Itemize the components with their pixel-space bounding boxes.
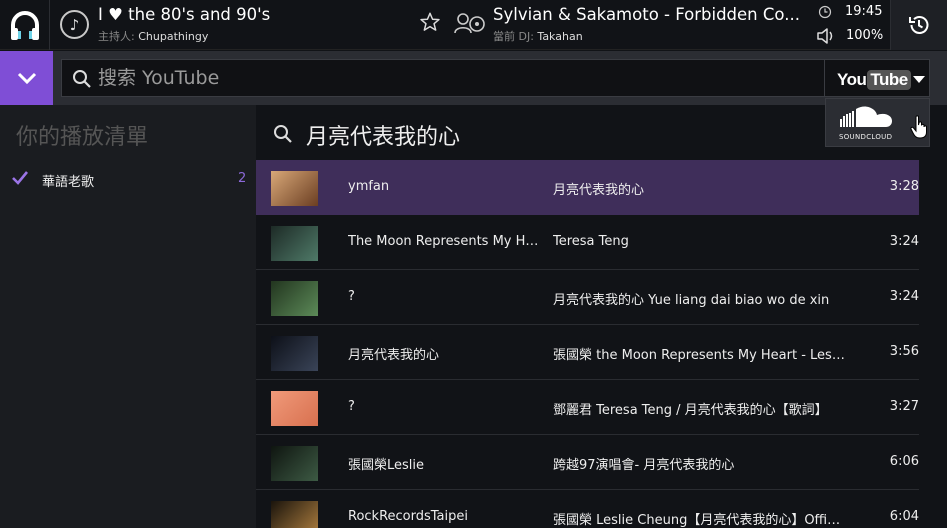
host-name[interactable]: Chupathingy [138,30,208,43]
volume-percent[interactable]: 100% [846,28,883,43]
result-row[interactable]: 張國榮Leslie 跨越97演唱會- 月亮代表我的心 6:06 [256,435,919,490]
chevron-down-icon [17,72,36,85]
now-playing-title[interactable]: Sylvian & Sakamoto - Forbidden Co... [493,5,803,24]
result-author: RockRecordsTaipei [348,509,468,524]
search-bar: YouTube [53,51,947,105]
video-thumbnail [271,446,318,481]
video-thumbnail [271,171,318,206]
host-label: 主持人: [98,30,135,43]
result-author: ymfan [348,179,390,194]
playlist-name: 華語老歌 [42,175,95,190]
result-row[interactable]: ? 月亮代表我的心 Yue liang dai biao wo de xin 3… [256,270,919,325]
clock-time: 19:45 [845,4,883,19]
room-title[interactable]: I ♥ the 80's and 90's [98,5,270,24]
video-thumbnail [271,226,318,261]
result-title: 鄧麗君 Teresa Teng / 月亮代表我的心【歌詞】 [553,403,828,418]
search-icon [73,70,91,88]
result-duration: 3:27 [889,399,919,414]
playlist-sidebar: 你的播放清單 華語老歌 2 [0,105,256,528]
video-thumbnail [271,501,318,528]
sidebar-title: 你的播放清單 [16,125,149,150]
dj-icon[interactable] [454,11,486,35]
result-title: 月亮代表我的心 Yue liang dai biao wo de xin [553,293,830,308]
dj-label: 當前 DJ: [493,30,534,43]
hand-cursor-icon [910,115,927,139]
result-duration: 6:06 [889,454,919,469]
soundcloud-logo-icon [840,106,892,127]
result-row[interactable]: The Moon Represents My Heart Teresa Teng… [256,215,919,270]
result-duration: 3:56 [889,344,919,359]
result-title: Teresa Teng [553,234,629,249]
volume-icon[interactable] [816,27,840,45]
search-input[interactable] [98,63,818,93]
top-bar: ♪ I ♥ the 80's and 90's 主持人: Chupathingy… [0,0,947,50]
current-dj: 當前 DJ: Takahan [493,28,583,44]
video-thumbnail [271,391,318,426]
soundcloud-label: SOUNDCLOUD [839,133,893,141]
result-duration: 6:04 [889,509,919,524]
clock-icon [818,5,832,19]
playlist-item[interactable]: 華語老歌 2 [0,165,256,195]
result-title: 跨越97演唱會- 月亮代表我的心 [553,458,735,473]
playlist-count: 2 [238,171,247,186]
search-box[interactable] [61,59,825,97]
result-author: 張國榮Leslie [348,458,425,473]
result-author: ? [348,399,355,414]
result-row[interactable]: ymfan 月亮代表我的心 3:28 [256,160,919,215]
result-title: 張國榮 the Moon Represents My Heart - Lesli… [553,348,845,363]
video-thumbnail [271,336,318,371]
history-icon [909,16,929,34]
result-duration: 3:28 [889,179,919,194]
search-icon [274,125,292,143]
app-logo-icon[interactable] [0,0,50,50]
result-row[interactable]: RockRecordsTaipei 張國榮 Leslie Cheung【月亮代表… [256,490,919,528]
result-author: ? [348,289,355,304]
result-row[interactable]: 月亮代表我的心 張國榮 the Moon Represents My Heart… [256,325,919,380]
dropdown-arrow-icon [913,76,925,83]
favorite-star-icon[interactable] [419,11,441,33]
result-title: 月亮代表我的心 [553,183,645,198]
youtube-logo: You Tube [837,70,911,90]
search-results: 月亮代表我的心 ymfan 月亮代表我的心 3:28 The Moon Repr… [256,105,947,528]
active-check-icon [12,171,29,185]
room-host: 主持人: Chupathingy [98,28,208,44]
video-thumbnail [271,281,318,316]
history-button[interactable] [890,0,947,50]
result-duration: 3:24 [889,289,919,304]
result-duration: 3:24 [889,234,919,249]
dj-name[interactable]: Takahan [537,30,582,43]
result-author: 月亮代表我的心 [348,348,440,363]
results-query-text: 月亮代表我的心 [306,125,461,150]
result-title: 張國榮 Leslie Cheung【月亮代表我的心】Official [553,513,845,528]
room-music-note-icon[interactable]: ♪ [60,10,89,39]
search-source-select[interactable]: You Tube [825,59,930,97]
result-row[interactable]: ? 鄧麗君 Teresa Teng / 月亮代表我的心【歌詞】 3:27 [256,380,919,435]
result-author: The Moon Represents My Heart [348,234,543,249]
collapse-playlist-button[interactable] [0,51,53,105]
